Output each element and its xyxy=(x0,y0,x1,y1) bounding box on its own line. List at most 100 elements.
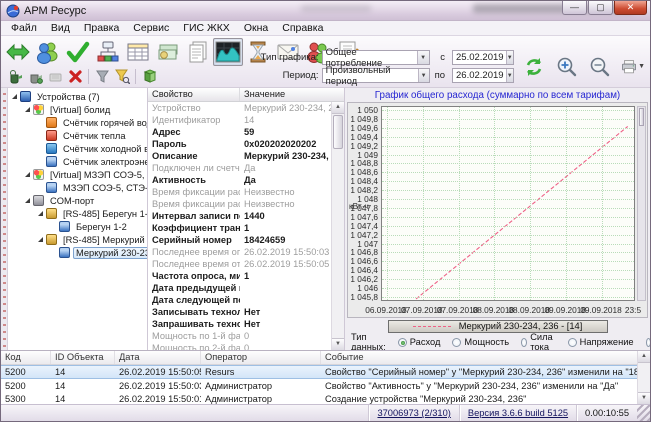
property-row[interactable]: АктивностьДа xyxy=(148,174,331,186)
property-row[interactable]: Адрес59 xyxy=(148,126,331,138)
expander-icon[interactable] xyxy=(24,106,32,114)
property-column-header[interactable]: Свойство xyxy=(148,88,240,101)
property-row[interactable]: УстройствоМеркурий 230-234, 236 xyxy=(148,102,331,114)
data-type-option-3[interactable]: Напряжение xyxy=(568,337,634,347)
filter-search-button[interactable] xyxy=(112,67,132,85)
sync-devices-button[interactable] xyxy=(3,38,33,66)
charts-button[interactable] xyxy=(213,38,243,66)
data-type-option-1[interactable]: Мощность xyxy=(452,337,509,347)
splitter-grip[interactable] xyxy=(1,88,8,350)
log-column-header[interactable]: Дата xyxy=(115,351,201,364)
menu-item-3[interactable]: Сервис xyxy=(126,22,176,34)
log-row[interactable]: 53001426.02.2019 15:50:01АдминистраторСо… xyxy=(1,392,637,404)
scroll-up-icon[interactable]: ▲ xyxy=(332,102,344,114)
radio-button-icon[interactable] xyxy=(646,338,650,347)
period-select[interactable]: Произвольный период▼ xyxy=(322,68,430,83)
delete-device-button[interactable] xyxy=(65,67,85,85)
expander-icon[interactable] xyxy=(24,197,32,205)
data-type-option-4[interactable]: Угол между фазами xyxy=(646,327,650,350)
menu-item-5[interactable]: Окна xyxy=(237,22,275,34)
property-row[interactable]: Коэффициент трансфо...1 xyxy=(148,222,331,234)
expander-icon[interactable] xyxy=(37,236,45,244)
chart-scrollbar[interactable] xyxy=(637,106,646,301)
add-child-device-button[interactable] xyxy=(25,67,45,85)
property-row[interactable]: Последнее время опроса26.02.2019 15:50:0… xyxy=(148,246,331,258)
close-button[interactable]: ✕ xyxy=(614,1,647,15)
property-row[interactable]: Последнее время ответа26.02.2019 15:50:0… xyxy=(148,258,331,270)
property-row[interactable]: Мощность по 1-й фазе...0 xyxy=(148,330,331,342)
property-row[interactable]: Записывать технологи...Нет xyxy=(148,306,331,318)
tree-item[interactable]: COM-порт xyxy=(8,194,147,207)
property-row[interactable]: Запрашивать техноло...Нет xyxy=(148,318,331,330)
property-row[interactable]: Мощность по 2-й фазе...0 xyxy=(148,342,331,350)
reports-button[interactable] xyxy=(183,38,213,66)
property-row[interactable]: Дата следующей пове... xyxy=(148,294,331,306)
property-row[interactable]: Идентификатор14 xyxy=(148,114,331,126)
resize-grip[interactable] xyxy=(637,405,650,421)
expander-icon[interactable] xyxy=(37,210,45,218)
data-type-option-0[interactable]: Расход xyxy=(398,337,441,347)
date-from-picker[interactable]: 25.02.2019▼ xyxy=(452,50,514,65)
log-column-header[interactable]: ID Объекта xyxy=(51,351,115,364)
property-row[interactable]: Частота опроса, минуты1 xyxy=(148,270,331,282)
scroll-thumb[interactable] xyxy=(639,108,644,126)
log-scrollbar[interactable]: ▲ ▼ xyxy=(637,351,650,404)
tree-item[interactable]: Берегун 1-2 xyxy=(8,220,147,233)
expander-icon[interactable] xyxy=(24,171,32,179)
tree-item[interactable]: [RS-485] Берегун 1-2 xyxy=(8,207,147,220)
tree-item[interactable]: Счётчик горячей воды xyxy=(8,116,147,129)
property-row[interactable]: Пароль0x020202020202 xyxy=(148,138,331,150)
menu-item-4[interactable]: ГИС ЖКХ xyxy=(176,22,237,34)
user-groups-button[interactable] xyxy=(33,38,63,66)
value-column-header[interactable]: Значение xyxy=(240,88,344,101)
log-row[interactable]: 52001426.02.2019 15:50:05ResursСвойство … xyxy=(1,365,637,379)
tree-item[interactable]: МЗЭП СОЭ-5, СТЭ-561 xyxy=(8,181,147,194)
property-row[interactable]: ОписаниеМеркурий 230-234, 236 xyxy=(148,150,331,162)
menu-item-2[interactable]: Правка xyxy=(77,22,126,34)
property-scrollbar[interactable]: ▲ ▼ xyxy=(331,102,344,350)
log-column-header[interactable]: Оператор xyxy=(201,351,321,364)
property-row[interactable]: Время фиксации раско...Неизвестно xyxy=(148,198,331,210)
tree-item[interactable]: [Virtual] болид xyxy=(8,103,147,116)
radio-button-icon[interactable] xyxy=(452,338,461,347)
property-row[interactable]: Интервал записи пока...1440 xyxy=(148,210,331,222)
data-type-option-2[interactable]: Сила тока xyxy=(521,332,556,350)
radio-button-icon[interactable] xyxy=(568,338,577,347)
confirm-button[interactable] xyxy=(63,38,93,66)
date-to-picker[interactable]: 26.02.2019▼ xyxy=(452,68,514,83)
log-column-header[interactable]: Код xyxy=(1,351,51,364)
print-button[interactable]: ▼ xyxy=(621,55,645,79)
payments-button[interactable] xyxy=(153,38,183,66)
tree-item[interactable]: Счётчик электроэнергии xyxy=(8,155,147,168)
menu-item-6[interactable]: Справка xyxy=(275,22,330,34)
filter-button[interactable] xyxy=(92,67,112,85)
radio-button-icon[interactable] xyxy=(521,338,527,347)
tree-item[interactable]: Устройства (7) xyxy=(8,90,147,103)
tree-item[interactable]: [Virtual] МЗЭП СОЭ-5, СТЭ-561 xyxy=(8,168,147,181)
edit-device-button[interactable] xyxy=(45,67,65,85)
table-view-button[interactable] xyxy=(123,38,153,66)
topology-button[interactable] xyxy=(93,38,123,66)
menu-item-0[interactable]: Файл xyxy=(4,22,44,34)
property-row[interactable]: Дата предыдущей пов... xyxy=(148,282,331,294)
property-row[interactable]: Время фиксации раско...Неизвестно xyxy=(148,186,331,198)
tree-item[interactable]: Счётчик тепла xyxy=(8,129,147,142)
graph-type-select[interactable]: Общее потребление▼ xyxy=(322,50,430,65)
zoom-out-button[interactable] xyxy=(588,55,612,79)
property-row[interactable]: Серийный номер18424659 xyxy=(148,234,331,246)
scroll-up-icon[interactable]: ▲ xyxy=(638,351,650,363)
minimize-button[interactable]: — xyxy=(562,1,587,15)
database-button[interactable] xyxy=(139,67,159,85)
log-column-header[interactable]: Событие xyxy=(321,351,650,364)
zoom-in-button[interactable] xyxy=(555,55,579,79)
add-device-button[interactable] xyxy=(5,67,25,85)
radio-button-icon[interactable] xyxy=(398,338,407,347)
maximize-button[interactable]: ▢ xyxy=(588,1,613,15)
scroll-thumb[interactable] xyxy=(333,115,343,149)
tree-item[interactable]: Меркурий 230-234, 236 xyxy=(8,246,147,259)
scroll-down-icon[interactable]: ▼ xyxy=(332,338,344,350)
tree-item[interactable]: [RS-485] Меркурий 230-234, 236 xyxy=(8,233,147,246)
property-row[interactable]: Подключен ли счетчикДа xyxy=(148,162,331,174)
log-row[interactable]: 52001426.02.2019 15:50:03АдминистраторСв… xyxy=(1,379,637,392)
scroll-down-icon[interactable]: ▼ xyxy=(638,392,650,404)
